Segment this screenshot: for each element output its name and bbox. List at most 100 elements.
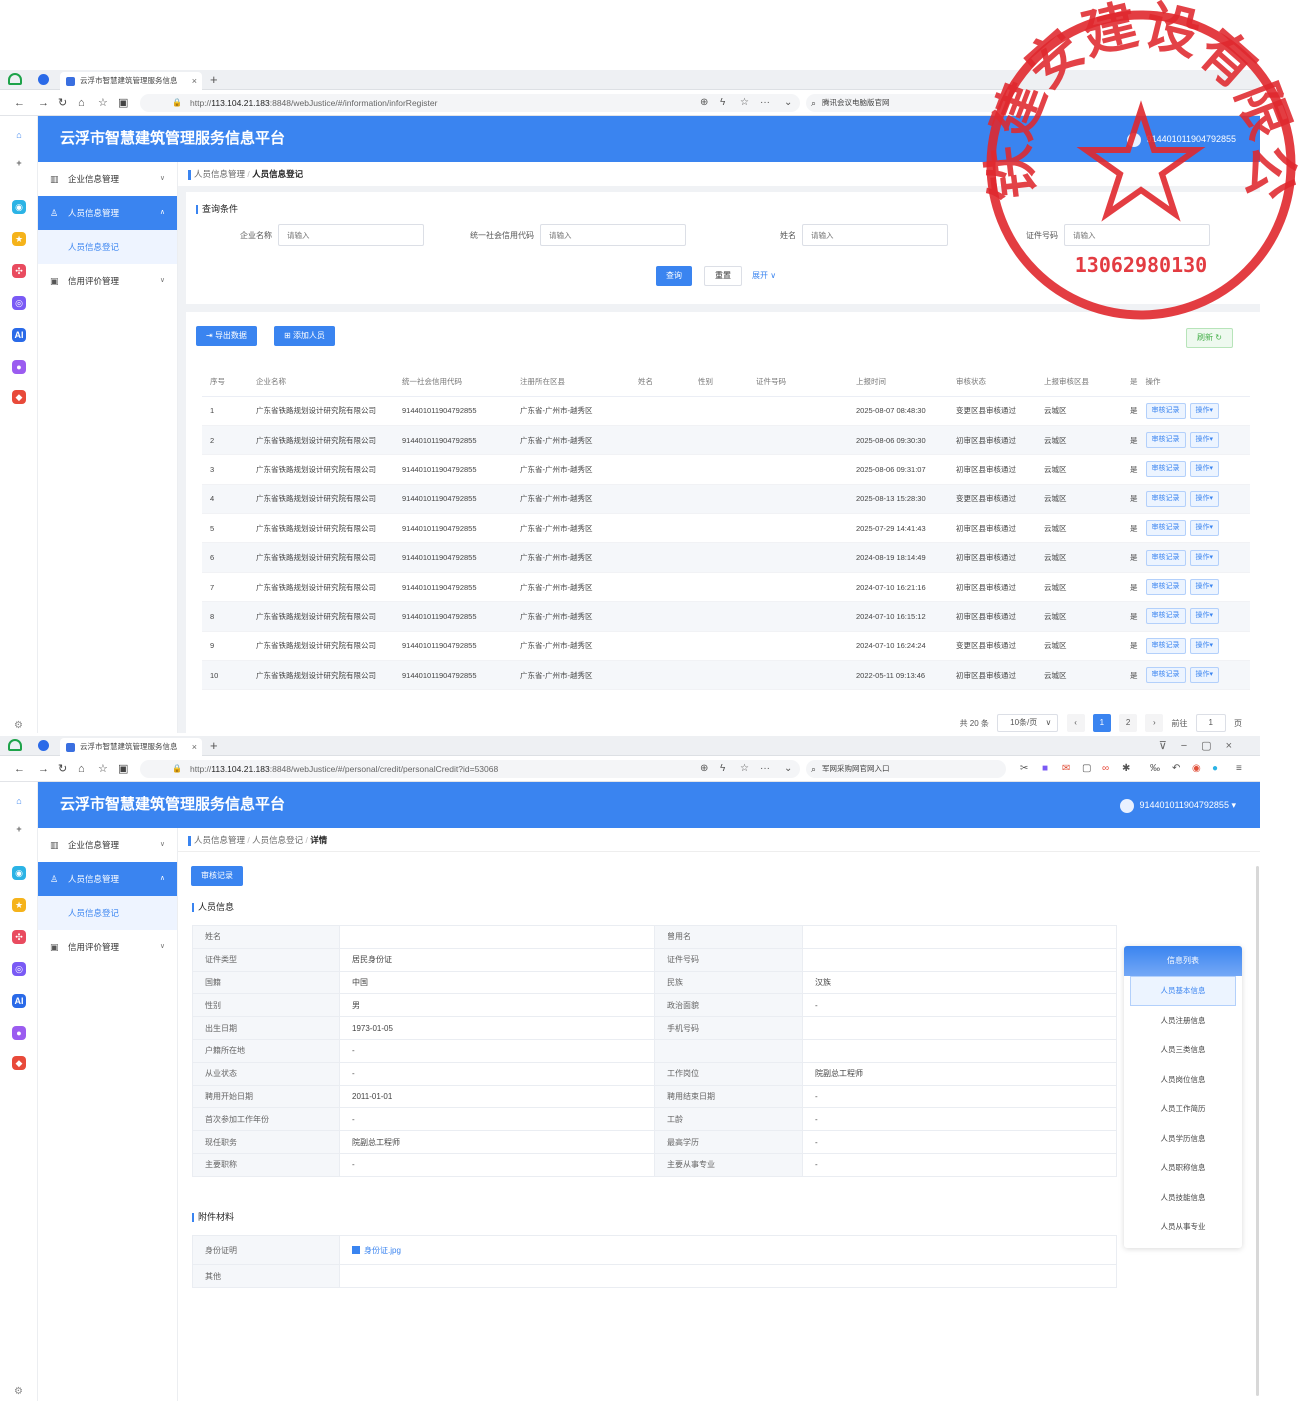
- operation-dropdown-button[interactable]: 操作▾: [1189, 667, 1220, 684]
- menu-item-credit[interactable]: ▣ 信用评价管理 ∨: [38, 264, 177, 298]
- link-icon[interactable]: ∞: [1102, 756, 1109, 782]
- operation-dropdown-button[interactable]: 操作▾: [1189, 402, 1220, 419]
- audit-record-button[interactable]: 审核记录: [1145, 520, 1186, 537]
- screen-icon[interactable]: ▢: [1082, 756, 1091, 782]
- menu-item-credit[interactable]: ▣ 信用评价管理 ∨: [38, 930, 177, 964]
- info-list-item[interactable]: 人员工作简历: [1124, 1094, 1242, 1124]
- refresh-icon[interactable]: ↻: [58, 90, 67, 116]
- browser-tab[interactable]: 云浮市智慧建筑管理服务信息 ×: [60, 72, 202, 90]
- page-size-select[interactable]: 10条/页 ∨: [997, 714, 1059, 732]
- bookmark-star-icon[interactable]: ☆: [98, 90, 108, 116]
- forward-icon[interactable]: →: [38, 90, 49, 116]
- scissors-icon[interactable]: ✂: [1020, 756, 1028, 782]
- info-list-item[interactable]: 人员技能信息: [1124, 1183, 1242, 1213]
- side-star-icon[interactable]: ★: [12, 898, 26, 912]
- browser-search-input[interactable]: ⌕ 军网采购网官网入口: [806, 760, 1006, 778]
- favorite-icon[interactable]: ☆: [740, 90, 749, 116]
- operation-dropdown-button[interactable]: 操作▾: [1189, 490, 1220, 507]
- bookmark-star-icon[interactable]: ☆: [98, 756, 108, 782]
- info-list-item[interactable]: 人员注册信息: [1124, 1006, 1242, 1036]
- audit-record-button[interactable]: 审核记录: [1145, 461, 1186, 478]
- prev-page-icon[interactable]: ‹: [1066, 714, 1085, 732]
- credit-code-input[interactable]: [540, 224, 686, 246]
- ai-icon[interactable]: ▣: [118, 90, 128, 116]
- flash-icon[interactable]: ϟ: [720, 756, 725, 782]
- pin-icon[interactable]: ✱: [1122, 756, 1130, 782]
- side-app-icon[interactable]: ◉: [12, 866, 26, 880]
- settings-gear-icon[interactable]: ⚙: [14, 1386, 23, 1397]
- info-list-item[interactable]: 人员学历信息: [1124, 1124, 1242, 1154]
- audit-record-button[interactable]: 审核记录: [1145, 432, 1186, 449]
- side-ai-icon[interactable]: AI: [12, 328, 26, 342]
- operation-dropdown-button[interactable]: 操作▾: [1189, 432, 1220, 449]
- window-controls[interactable]: ⊽−▢×: [1159, 736, 1246, 756]
- side-game-icon[interactable]: ◆: [12, 390, 26, 404]
- bag-icon[interactable]: ◉: [1192, 756, 1201, 782]
- side-circle-icon[interactable]: ◎: [12, 296, 26, 310]
- audit-record-button[interactable]: 审核记录: [1145, 490, 1186, 507]
- side-home-icon[interactable]: ⌂: [12, 794, 26, 808]
- more-icon[interactable]: ···: [760, 756, 770, 782]
- operation-dropdown-button[interactable]: 操作▾: [1189, 608, 1220, 625]
- ai-icon[interactable]: ▣: [118, 756, 128, 782]
- dropdown-icon[interactable]: ⌄: [784, 90, 792, 116]
- home-icon[interactable]: ⌂: [78, 756, 85, 782]
- side-grid-icon[interactable]: ✣: [12, 930, 26, 944]
- name-input[interactable]: [802, 224, 948, 246]
- goto-page-input[interactable]: 1: [1195, 714, 1226, 732]
- page-button-1[interactable]: 1: [1092, 714, 1111, 732]
- menu-item-enterprise[interactable]: ▥ 企业信息管理 ∨: [38, 828, 177, 862]
- translate-icon[interactable]: ‰: [1150, 756, 1160, 782]
- menu-item-personnel-register[interactable]: 人员信息登记: [38, 230, 177, 264]
- zoom-icon[interactable]: ⊕: [700, 90, 708, 116]
- reset-button[interactable]: 重置: [704, 266, 742, 286]
- side-ai-icon[interactable]: AI: [12, 994, 26, 1008]
- undo-icon[interactable]: ↶: [1172, 756, 1180, 782]
- add-person-button[interactable]: ⊞ 添加人员: [274, 326, 335, 346]
- forward-icon[interactable]: →: [38, 756, 49, 782]
- audit-record-button[interactable]: 审核记录: [191, 866, 243, 886]
- menu-item-personnel-register[interactable]: 人员信息登记: [38, 896, 177, 930]
- flash-icon[interactable]: ϟ: [720, 90, 725, 116]
- close-tab-icon[interactable]: ×: [192, 72, 197, 90]
- menu-item-personnel[interactable]: ♙ 人员信息管理 ∧: [38, 862, 177, 896]
- menu-icon[interactable]: ≡: [1236, 756, 1242, 782]
- favorite-icon[interactable]: ☆: [740, 756, 749, 782]
- side-add-icon[interactable]: +: [12, 822, 26, 836]
- back-icon[interactable]: ←: [14, 90, 25, 116]
- audit-record-button[interactable]: 审核记录: [1145, 579, 1186, 596]
- more-icon[interactable]: ···: [760, 90, 770, 116]
- refresh-button[interactable]: 刷新 ↻: [1186, 328, 1233, 348]
- id-number-input[interactable]: [1064, 224, 1210, 246]
- close-tab-icon[interactable]: ×: [192, 738, 197, 756]
- side-chat-icon[interactable]: ●: [12, 360, 26, 374]
- company-name-input[interactable]: [278, 224, 424, 246]
- dropdown-icon[interactable]: ⌄: [784, 756, 792, 782]
- refresh-icon[interactable]: ↻: [58, 756, 67, 782]
- audit-record-button[interactable]: 审核记录: [1145, 637, 1186, 654]
- profile-icon[interactable]: ●: [1212, 756, 1218, 782]
- info-list-item[interactable]: 人员岗位信息: [1124, 1065, 1242, 1095]
- operation-dropdown-button[interactable]: 操作▾: [1189, 549, 1220, 566]
- browser-search-input[interactable]: ⌕ 腾讯会议电脑版官网: [806, 94, 1006, 112]
- scrollbar[interactable]: [1256, 866, 1259, 1396]
- audit-record-button[interactable]: 审核记录: [1145, 608, 1186, 625]
- page-button-2[interactable]: 2: [1119, 714, 1138, 732]
- side-chat-icon[interactable]: ●: [12, 1026, 26, 1040]
- info-list-item[interactable]: 人员基本信息: [1130, 976, 1236, 1006]
- expand-button[interactable]: 展开 ∨: [742, 266, 786, 286]
- next-page-icon[interactable]: ›: [1145, 714, 1164, 732]
- operation-dropdown-button[interactable]: 操作▾: [1189, 520, 1220, 537]
- side-add-icon[interactable]: +: [12, 156, 26, 170]
- side-grid-icon[interactable]: ✣: [12, 264, 26, 278]
- browser-tab[interactable]: 云浮市智慧建筑管理服务信息 ×: [60, 738, 202, 756]
- menu-item-enterprise[interactable]: ▥ 企业信息管理 ∨: [38, 162, 177, 196]
- zoom-icon[interactable]: ⊕: [700, 756, 708, 782]
- audit-record-button[interactable]: 审核记录: [1145, 667, 1186, 684]
- audit-record-button[interactable]: 审核记录: [1145, 549, 1186, 566]
- side-circle-icon[interactable]: ◎: [12, 962, 26, 976]
- info-list-item[interactable]: 人员从事专业: [1124, 1212, 1242, 1242]
- mail-icon[interactable]: ✉: [1062, 756, 1070, 782]
- home-icon[interactable]: ⌂: [78, 90, 85, 116]
- back-icon[interactable]: ←: [14, 756, 25, 782]
